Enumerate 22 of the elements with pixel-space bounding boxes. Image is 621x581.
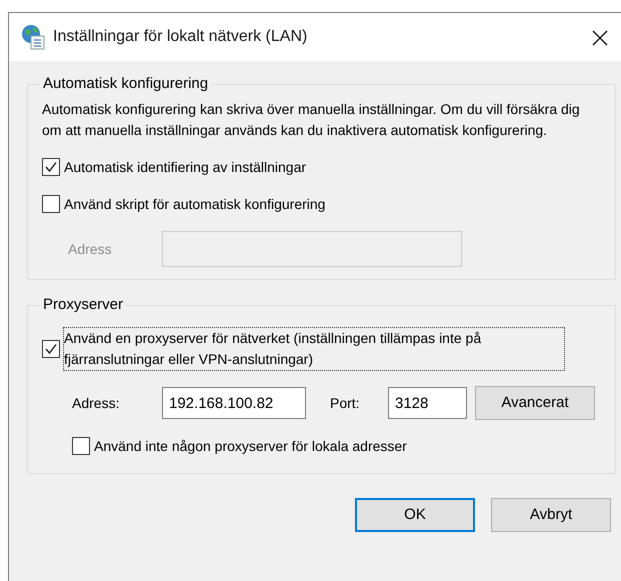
cancel-button[interactable]: Avbryt [491, 498, 611, 532]
group-label: Proxyserver [42, 296, 124, 314]
description-text: Automatisk konfigurering kan skriva över manuella inställningar. Om du vill försäkra dig om att manuella inställningar används kan du inaktivera automatisk konfigurering. [42, 100, 581, 140]
address-label: Adress: [72, 394, 120, 412]
checkbox-label[interactable]: Använd en proxyserver för nätverket (inställningen tillämpas inte på fjärranslutningar eller VPN-anslutningar) [64, 328, 564, 370]
close-icon [591, 28, 609, 47]
address-label: Adress [68, 240, 113, 258]
checkbox[interactable] [42, 340, 60, 358]
window-title: Inställningar för lokalt nätverk (LAN) [53, 27, 308, 47]
checkbox[interactable] [42, 195, 60, 213]
checkbox-label[interactable]: Använd inte någon proxyserver för lokala adresser [94, 436, 407, 457]
checkbox[interactable] [72, 437, 90, 455]
port-field[interactable]: 3128 [388, 387, 467, 419]
globe-document-icon [21, 24, 45, 50]
advanced-button[interactable]: Avancerat [475, 386, 595, 420]
group-label: Automatisk konfigurering [42, 75, 210, 93]
checkbox[interactable] [42, 158, 60, 176]
address-field[interactable]: 192.168.100.82 [162, 387, 306, 419]
port-label: Port: [330, 394, 361, 412]
ok-button[interactable]: OK [355, 498, 475, 532]
checkbox-label[interactable]: Automatisk identifiering av inställningar [64, 157, 306, 178]
checkbox-label[interactable]: Använd skript för automatisk konfigurering [64, 194, 326, 215]
